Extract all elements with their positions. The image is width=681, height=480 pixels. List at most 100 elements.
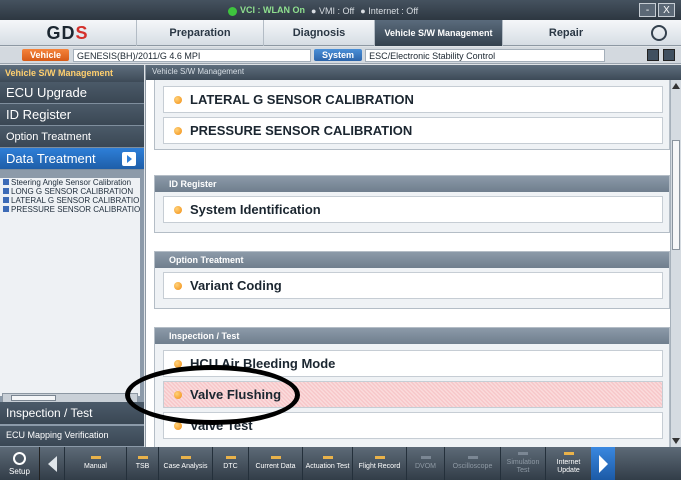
tree-item-label: PRESSURE SENSOR CALIBRATION	[11, 205, 140, 214]
sidebar-item-data-treatment[interactable]: Data Treatment	[0, 148, 144, 170]
minimize-button[interactable]: -	[639, 3, 656, 17]
button-label: Actuation Test	[305, 463, 350, 470]
scroll-up-icon[interactable]	[672, 83, 680, 89]
main-vertical-scrollbar[interactable]	[670, 80, 681, 447]
sidebar-item-inspection-test[interactable]: Inspection / Test	[0, 402, 144, 424]
button-label: Internet Update	[556, 459, 581, 474]
arrow-left-icon	[47, 455, 57, 472]
setup-button[interactable]: Setup	[0, 447, 40, 480]
tab-repair[interactable]: Repair	[502, 20, 629, 46]
tree-item[interactable]: Steering Angle Sensor Calibration	[0, 178, 140, 187]
bottom-toolbar: Setup Manual TSB Case Analysis DTC Curre…	[0, 447, 681, 480]
vehicle-button[interactable]: Vehicle	[22, 49, 70, 61]
internet-update-button[interactable]: Internet Update	[545, 447, 591, 480]
logo-d: D	[61, 22, 76, 43]
section-title: ID Register	[155, 176, 669, 192]
logo-g: G	[46, 22, 62, 43]
sidebar-header: Vehicle S/W Management	[0, 65, 144, 82]
setup-label: Setup	[9, 466, 30, 476]
item-label: LATERAL G SENSOR CALIBRATION	[190, 92, 414, 107]
tab-diagnosis[interactable]: Diagnosis	[263, 20, 374, 46]
data-treatment-tree: Steering Angle Sensor Calibration LONG G…	[0, 178, 140, 396]
system-button[interactable]: System	[314, 49, 363, 61]
vmi-label: VMI : Off	[318, 5, 355, 16]
button-label: Oscilloscope	[452, 463, 493, 470]
section-title: Option Treatment	[155, 252, 669, 268]
oscilloscope-button[interactable]: Oscilloscope	[444, 447, 500, 480]
vmi-status: ● VMI : Off	[311, 5, 355, 16]
grid-icon[interactable]	[663, 49, 675, 61]
search-icon[interactable]	[651, 25, 667, 41]
button-label: Flight Record	[358, 463, 401, 470]
vehicle-bar-icons	[647, 49, 675, 61]
button-label: TSB	[135, 463, 150, 470]
bullet-icon	[174, 205, 182, 214]
section-id-register: ID Register System Identification	[154, 175, 670, 233]
flight-record-button[interactable]: Flight Record	[352, 447, 406, 480]
vci-dot-icon	[228, 6, 237, 16]
section-option-treatment: Option Treatment Variant Coding	[154, 251, 670, 309]
button-label: Manual	[84, 463, 107, 470]
item-label: Variant Coding	[190, 278, 282, 293]
section-title: Inspection / Test	[155, 328, 669, 344]
sidebar-item-id-register[interactable]: ID Register	[0, 104, 144, 126]
sidebar: Vehicle S/W Management ECU Upgrade ID Re…	[0, 65, 144, 447]
dvom-button[interactable]: DVOM	[406, 447, 444, 480]
scrollbar-thumb[interactable]	[672, 140, 680, 250]
item-lateral-g-sensor-calibration[interactable]: LATERAL G SENSOR CALIBRATION	[163, 86, 663, 113]
flight-record-icon	[374, 456, 385, 459]
actuation-test-icon	[322, 456, 333, 459]
item-pressure-sensor-calibration[interactable]: PRESSURE SENSOR CALIBRATION	[163, 117, 663, 144]
tree-item[interactable]: LATERAL G SENSOR CALIBRATION	[0, 196, 140, 205]
vehicle-name-field: GENESIS(BH)/2011/G 4.6 MPI	[73, 48, 312, 62]
current-data-button[interactable]: Current Data	[248, 447, 302, 480]
internet-status: ● Internet : Off	[360, 5, 419, 16]
nav-right-button[interactable]	[591, 447, 615, 480]
tsb-button[interactable]: TSB	[126, 447, 158, 480]
simulation-test-button[interactable]: Simulation Test	[500, 447, 545, 480]
checkbox-icon	[3, 179, 9, 185]
tab-vehicle-sw-management[interactable]: Vehicle S/W Management	[374, 20, 502, 46]
tree-item-label: Steering Angle Sensor Calibration	[11, 178, 132, 187]
internet-label: Internet : Off	[368, 5, 419, 16]
manual-icon	[90, 456, 101, 459]
item-variant-coding[interactable]: Variant Coding	[163, 272, 663, 299]
bullet-icon	[174, 281, 182, 290]
actuation-test-button[interactable]: Actuation Test	[302, 447, 352, 480]
arrow-right-icon	[598, 454, 608, 473]
scroll-down-icon[interactable]	[672, 438, 680, 444]
highlight-ellipse	[125, 365, 300, 425]
system-name-field: ESC/Electronic Stability Control	[365, 48, 606, 62]
logo-s: S	[75, 22, 89, 43]
menu-bar: GDS Preparation Diagnosis Vehicle S/W Ma…	[0, 20, 681, 46]
case-analysis-icon	[180, 456, 191, 459]
camera-icon[interactable]	[647, 49, 659, 61]
checkbox-icon	[3, 206, 9, 212]
dtc-button[interactable]: DTC	[212, 447, 248, 480]
checkbox-icon	[3, 188, 9, 194]
sidebar-item-ecu-mapping[interactable]: ECU Mapping Verification	[0, 426, 144, 446]
title-bar: VCI : WLAN On ● VMI : Off ● Internet : O…	[0, 0, 681, 20]
case-analysis-button[interactable]: Case Analysis	[158, 447, 212, 480]
dvom-icon	[420, 456, 431, 459]
button-label: DTC	[223, 463, 238, 470]
tree-item[interactable]: LONG G SENSOR CALIBRATION	[0, 187, 140, 196]
sidebar-item-option-treatment[interactable]: Option Treatment	[0, 126, 144, 148]
item-label: PRESSURE SENSOR CALIBRATION	[190, 123, 413, 138]
tab-preparation[interactable]: Preparation	[136, 20, 263, 46]
scrollbar-thumb[interactable]	[11, 395, 56, 401]
gear-icon	[13, 451, 26, 465]
close-button[interactable]: X	[658, 3, 675, 17]
gds-logo: GDS	[0, 20, 135, 46]
manual-button[interactable]: Manual	[64, 447, 126, 480]
button-label: DVOM	[415, 463, 436, 470]
section-data-treatment: LATERAL G SENSOR CALIBRATION PRESSURE SE…	[154, 80, 670, 150]
item-label: System Identification	[190, 202, 321, 217]
tsb-icon	[137, 456, 148, 459]
sidebar-item-ecu-upgrade[interactable]: ECU Upgrade	[0, 82, 144, 104]
tree-item[interactable]: PRESSURE SENSOR CALIBRATION	[0, 205, 140, 214]
bullet-icon	[174, 95, 182, 104]
item-system-identification[interactable]: System Identification	[163, 196, 663, 223]
nav-left-button[interactable]	[40, 447, 64, 480]
arrow-right-icon	[122, 152, 136, 166]
